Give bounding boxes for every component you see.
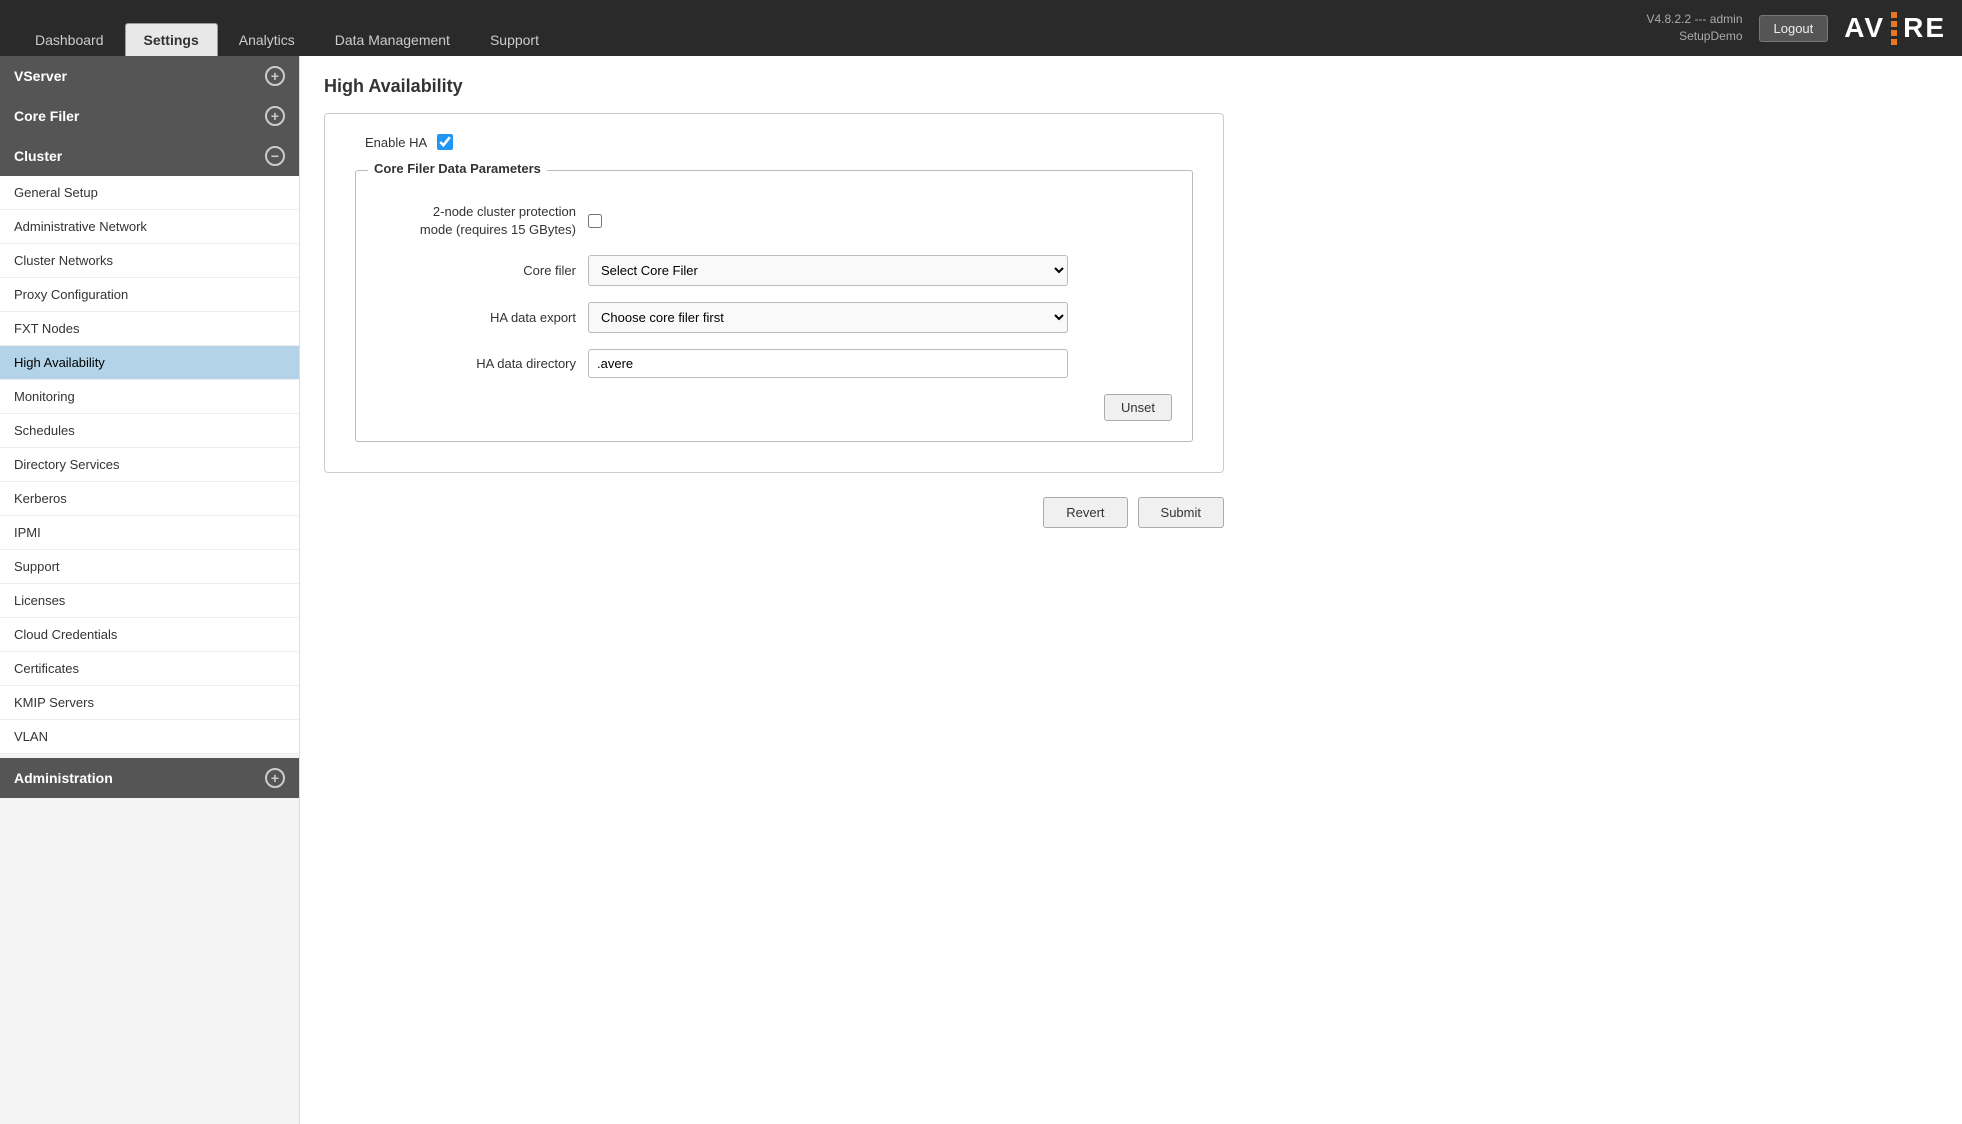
sidebar: VServer + Core Filer + Cluster − General… [0, 56, 300, 1124]
sidebar-core-filer-header[interactable]: Core Filer + [0, 96, 299, 136]
logo-bar-icon [1891, 12, 1897, 45]
sidebar-item-vlan[interactable]: VLAN [0, 720, 299, 754]
top-header: Dashboard Settings Analytics Data Manage… [0, 0, 1962, 56]
ha-data-directory-control [588, 349, 1068, 378]
two-node-checkbox[interactable] [588, 214, 602, 228]
version-text: V4.8.2.2 --- admin [1646, 11, 1742, 28]
avere-logo: AV RE [1844, 12, 1946, 45]
sidebar-item-proxy-configuration[interactable]: Proxy Configuration [0, 278, 299, 312]
sidebar-item-cluster-networks[interactable]: Cluster Networks [0, 244, 299, 278]
sidebar-item-support[interactable]: Support [0, 550, 299, 584]
logout-button[interactable]: Logout [1759, 15, 1829, 42]
administration-label: Administration [14, 770, 113, 786]
sidebar-item-kmip-servers[interactable]: KMIP Servers [0, 686, 299, 720]
content-area: High Availability Enable HA Core Filer D… [300, 56, 1962, 1124]
enable-ha-label: Enable HA [365, 135, 427, 150]
logo-re: RE [1903, 12, 1946, 44]
ha-data-directory-row: HA data directory [376, 349, 1172, 378]
sidebar-item-licenses[interactable]: Licenses [0, 584, 299, 618]
unset-row: Unset [376, 394, 1172, 421]
sidebar-item-fxt-nodes[interactable]: FXT Nodes [0, 312, 299, 346]
tab-data-management[interactable]: Data Management [316, 23, 469, 56]
sidebar-item-administrative-network[interactable]: Administrative Network [0, 210, 299, 244]
ha-data-export-label: HA data export [376, 309, 576, 327]
administration-expand-icon[interactable]: + [265, 768, 285, 788]
sidebar-cluster-header[interactable]: Cluster − [0, 136, 299, 176]
fieldset-legend: Core Filer Data Parameters [368, 161, 547, 176]
vserver-label: VServer [14, 68, 67, 84]
ha-data-export-select[interactable]: Choose core filer first [588, 302, 1068, 333]
core-filer-label: Core Filer [14, 108, 79, 124]
two-node-label: 2-node cluster protectionmode (requires … [376, 203, 576, 239]
core-filer-label: Core filer [376, 262, 576, 280]
ha-data-directory-input[interactable] [588, 349, 1068, 378]
ha-data-export-control: Choose core filer first [588, 302, 1068, 333]
vserver-expand-icon[interactable]: + [265, 66, 285, 86]
form-card: Enable HA Core Filer Data Parameters 2-n… [324, 113, 1224, 473]
ha-data-export-row: HA data export Choose core filer first [376, 302, 1172, 333]
sidebar-item-monitoring[interactable]: Monitoring [0, 380, 299, 414]
tab-settings[interactable]: Settings [125, 23, 218, 56]
unset-button[interactable]: Unset [1104, 394, 1172, 421]
submit-button[interactable]: Submit [1138, 497, 1224, 528]
cluster-name: SetupDemo [1646, 28, 1742, 45]
tab-analytics[interactable]: Analytics [220, 23, 314, 56]
core-filer-params-fieldset: Core Filer Data Parameters 2-node cluste… [355, 170, 1193, 442]
core-filer-expand-icon[interactable]: + [265, 106, 285, 126]
sidebar-administration-header[interactable]: Administration + [0, 758, 299, 798]
revert-button[interactable]: Revert [1043, 497, 1127, 528]
version-info: V4.8.2.2 --- admin SetupDemo [1646, 11, 1742, 45]
sidebar-item-certificates[interactable]: Certificates [0, 652, 299, 686]
tab-dashboard[interactable]: Dashboard [16, 23, 123, 56]
sidebar-item-schedules[interactable]: Schedules [0, 414, 299, 448]
nav-tabs: Dashboard Settings Analytics Data Manage… [16, 0, 560, 56]
enable-ha-checkbox[interactable] [437, 134, 453, 150]
ha-data-directory-label: HA data directory [376, 355, 576, 373]
tab-support[interactable]: Support [471, 23, 558, 56]
core-filer-select[interactable]: Select Core Filer [588, 255, 1068, 286]
core-filer-row: Core filer Select Core Filer [376, 255, 1172, 286]
cluster-collapse-icon[interactable]: − [265, 146, 285, 166]
sidebar-item-general-setup[interactable]: General Setup [0, 176, 299, 210]
sidebar-item-kerberos[interactable]: Kerberos [0, 482, 299, 516]
action-row: Revert Submit [324, 497, 1224, 528]
cluster-label: Cluster [14, 148, 62, 164]
enable-ha-row: Enable HA [355, 134, 1193, 150]
sidebar-item-directory-services[interactable]: Directory Services [0, 448, 299, 482]
sidebar-item-ipmi[interactable]: IPMI [0, 516, 299, 550]
logo-av: AV [1844, 12, 1885, 44]
core-filer-control: Select Core Filer [588, 255, 1068, 286]
header-right: V4.8.2.2 --- admin SetupDemo Logout AV R… [1646, 11, 1946, 45]
sidebar-vserver-header[interactable]: VServer + [0, 56, 299, 96]
two-node-row: 2-node cluster protectionmode (requires … [376, 203, 1172, 239]
page-title: High Availability [324, 76, 1938, 97]
sidebar-item-high-availability[interactable]: High Availability [0, 346, 299, 380]
sidebar-item-cloud-credentials[interactable]: Cloud Credentials [0, 618, 299, 652]
main-layout: VServer + Core Filer + Cluster − General… [0, 56, 1962, 1124]
